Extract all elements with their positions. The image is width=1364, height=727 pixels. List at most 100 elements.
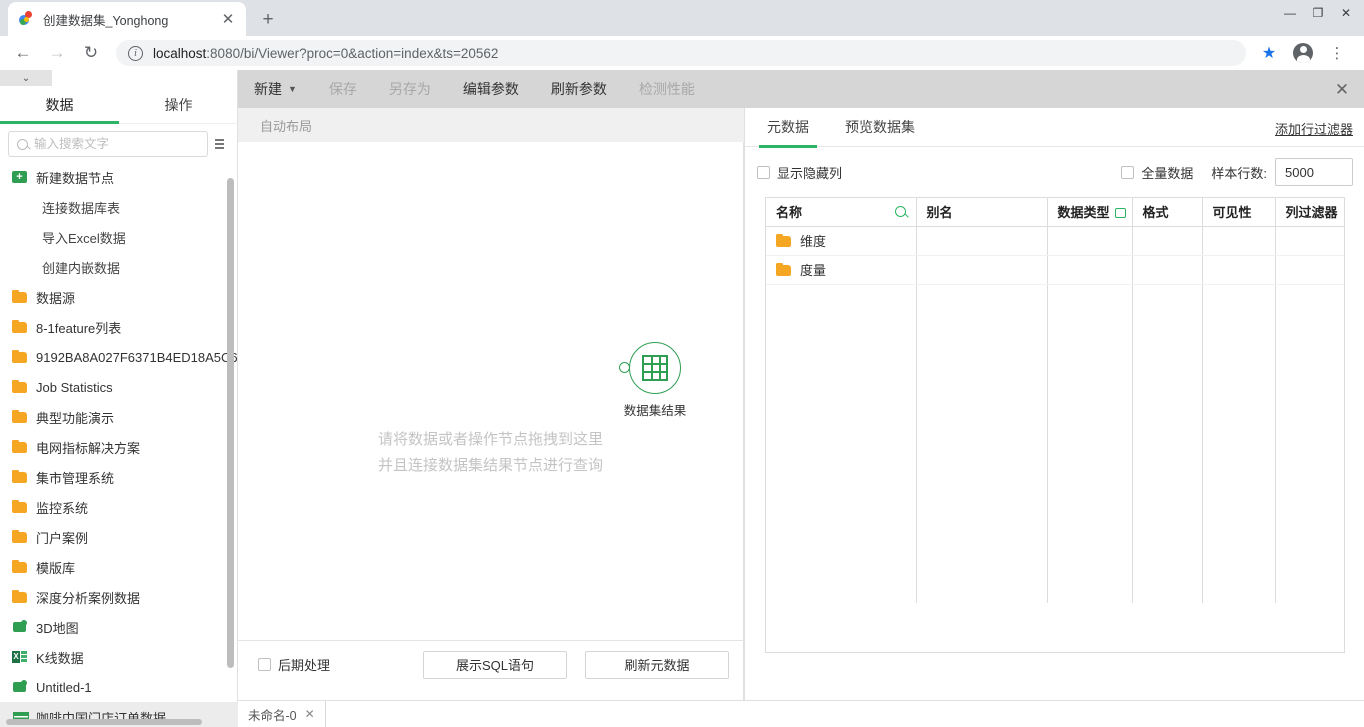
tab-preview-dataset[interactable]: 预览数据集 — [831, 108, 929, 147]
show-sql-button[interactable]: 展示SQL语句 — [423, 651, 567, 679]
tree-item[interactable]: 8-1feature列表 — [0, 312, 238, 342]
table-cell-empty — [1275, 342, 1344, 371]
back-icon[interactable]: ← — [8, 38, 38, 68]
table-row[interactable]: 度量 — [766, 255, 1344, 284]
right-panel: 元数据 预览数据集 添加行过滤器 显示隐藏列 全量数据 样本行数: — [744, 108, 1364, 727]
bookmark-star-icon[interactable]: ★ — [1254, 38, 1284, 68]
refresh-metadata-button[interactable]: 刷新元数据 — [585, 651, 729, 679]
table-cell-empty — [766, 429, 916, 458]
full-data-checkbox[interactable] — [1121, 166, 1134, 179]
table-cell-empty — [916, 458, 1047, 487]
table-row-empty — [766, 371, 1344, 400]
tree-item[interactable]: 集市管理系统 — [0, 462, 238, 492]
toolbar-new[interactable]: 新建 ▼ — [238, 70, 313, 108]
auto-layout-label: 自动布局 — [260, 116, 312, 135]
table-cell-label: 维度 — [800, 231, 826, 250]
sidebar-horizontal-scrollbar[interactable] — [6, 719, 202, 725]
column-search-icon[interactable] — [895, 206, 906, 217]
tree-item[interactable]: 监控系统 — [0, 492, 238, 522]
tree-item[interactable]: 数据源 — [0, 282, 238, 312]
search-input[interactable] — [34, 137, 199, 151]
tree-item-label: 模版库 — [36, 558, 75, 577]
add-row-filter-link[interactable]: 添加行过滤器 — [1275, 119, 1353, 138]
col-alias[interactable]: 别名 — [916, 198, 1047, 226]
table-row-empty — [766, 284, 1344, 313]
table-cell-empty — [1047, 458, 1132, 487]
tree-item[interactable]: 3D地图 — [0, 612, 238, 642]
auto-layout-bar: 自动布局 — [238, 108, 744, 142]
maximize-icon[interactable]: ❐ — [1304, 2, 1332, 24]
close-icon[interactable]: ✕ — [305, 707, 315, 721]
sort-toggle-icon[interactable] — [1115, 208, 1126, 218]
tab-operations[interactable]: 操作 — [119, 86, 238, 123]
post-process-checkbox-row[interactable]: 后期处理 — [258, 655, 330, 674]
close-icon[interactable]: ✕ — [218, 9, 238, 29]
toolbar-check-performance[interactable]: 检测性能 — [623, 70, 711, 108]
profile-avatar[interactable] — [1288, 38, 1318, 68]
tree-item[interactable]: 导入Excel数据 — [0, 222, 238, 252]
tree-item[interactable]: K线数据 — [0, 642, 238, 672]
reload-icon[interactable]: ↻ — [76, 38, 106, 68]
address-bar[interactable]: i localhost:8080/bi/Viewer?proc=0&action… — [116, 40, 1246, 66]
toolbar-close-icon[interactable]: ✕ — [1330, 78, 1354, 102]
tree-item[interactable]: Untitled-1 — [0, 672, 238, 702]
window-controls: — ❐ ✕ — [1276, 2, 1360, 24]
search-box[interactable] — [8, 131, 208, 157]
tree-item[interactable]: 深度分析案例数据 — [0, 582, 238, 612]
table-row[interactable]: 维度 — [766, 226, 1344, 255]
bottom-tab[interactable]: 未命名-0 ✕ — [238, 701, 326, 727]
data-tree: 新建数据节点连接数据库表导入Excel数据创建内嵌数据数据源8-1feature… — [0, 162, 238, 727]
dataset-canvas[interactable]: 数据集结果 请将数据或者操作节点拖拽到这里 并且连接数据集结果节点进行查询 后期… — [238, 142, 744, 727]
tab-data[interactable]: 数据 — [0, 86, 119, 123]
col-visibility[interactable]: 可见性 — [1202, 198, 1275, 226]
col-format[interactable]: 格式 — [1132, 198, 1202, 226]
tree-item[interactable]: 模版库 — [0, 552, 238, 582]
show-hidden-columns-row[interactable]: 显示隐藏列 — [757, 163, 842, 182]
tree-item-label: 导入Excel数据 — [42, 228, 126, 247]
toolbar-refresh-params[interactable]: 刷新参数 — [535, 70, 623, 108]
tree-item[interactable]: 门户案例 — [0, 522, 238, 552]
tree-item-label: K线数据 — [36, 648, 84, 667]
col-column-filter[interactable]: 列过滤器 — [1275, 198, 1344, 226]
tree-item-label: 监控系统 — [36, 498, 88, 517]
tree-item[interactable]: 新建数据节点 — [0, 162, 238, 192]
sidebar-menu-icon[interactable] — [208, 139, 230, 149]
table-cell-empty — [1202, 342, 1275, 371]
collapse-panel-button[interactable]: ⌄ — [0, 70, 52, 86]
canvas-hint-line1: 请将数据或者操作节点拖拽到这里 — [238, 427, 743, 453]
new-node-icon — [12, 169, 28, 185]
toolbar-save[interactable]: 保存 — [313, 70, 373, 108]
forward-icon[interactable]: → — [42, 38, 72, 68]
new-tab-button[interactable]: + — [254, 5, 282, 33]
toolbar-save-as[interactable]: 另存为 — [373, 70, 447, 108]
show-hidden-columns-checkbox[interactable] — [757, 166, 770, 179]
col-name-label: 名称 — [776, 205, 802, 220]
folder-icon — [12, 589, 28, 605]
url-host: localhost — [153, 46, 206, 61]
tree-item[interactable]: 电网指标解决方案 — [0, 432, 238, 462]
post-process-checkbox[interactable] — [258, 658, 271, 671]
site-info-icon[interactable]: i — [128, 46, 143, 61]
tab-metadata[interactable]: 元数据 — [753, 108, 823, 147]
tree-item[interactable]: 创建内嵌数据 — [0, 252, 238, 282]
table-cell-data_type — [1047, 226, 1132, 255]
browser-menu-icon[interactable]: ⋮ — [1322, 38, 1352, 68]
tree-item[interactable]: 9192BA8A027F6371B4ED18A5C6E — [0, 342, 238, 372]
browser-tab[interactable]: 创建数据集_Yonghong ✕ — [8, 2, 246, 36]
full-data-row[interactable]: 全量数据 — [1121, 163, 1193, 182]
tree-item[interactable]: 连接数据库表 — [0, 192, 238, 222]
tree-item-label: 电网指标解决方案 — [36, 438, 140, 457]
tree-item[interactable]: Job Statistics — [0, 372, 238, 402]
right-panel-tabs: 元数据 预览数据集 添加行过滤器 — [745, 108, 1364, 147]
window-close-icon[interactable]: ✕ — [1332, 2, 1360, 24]
sample-rows-input[interactable] — [1275, 158, 1353, 186]
col-name[interactable]: 名称 — [766, 198, 916, 226]
dataset-result-node[interactable]: 数据集结果 — [620, 342, 690, 419]
tree-item[interactable]: 典型功能演示 — [0, 402, 238, 432]
sidebar-vertical-scrollbar[interactable] — [227, 178, 234, 668]
toolbar-edit-params[interactable]: 编辑参数 — [447, 70, 535, 108]
table-cell-empty — [766, 458, 916, 487]
minimize-icon[interactable]: — — [1276, 2, 1304, 24]
col-data-type[interactable]: 数据类型 — [1047, 198, 1132, 226]
table-cell-empty — [1202, 574, 1275, 603]
